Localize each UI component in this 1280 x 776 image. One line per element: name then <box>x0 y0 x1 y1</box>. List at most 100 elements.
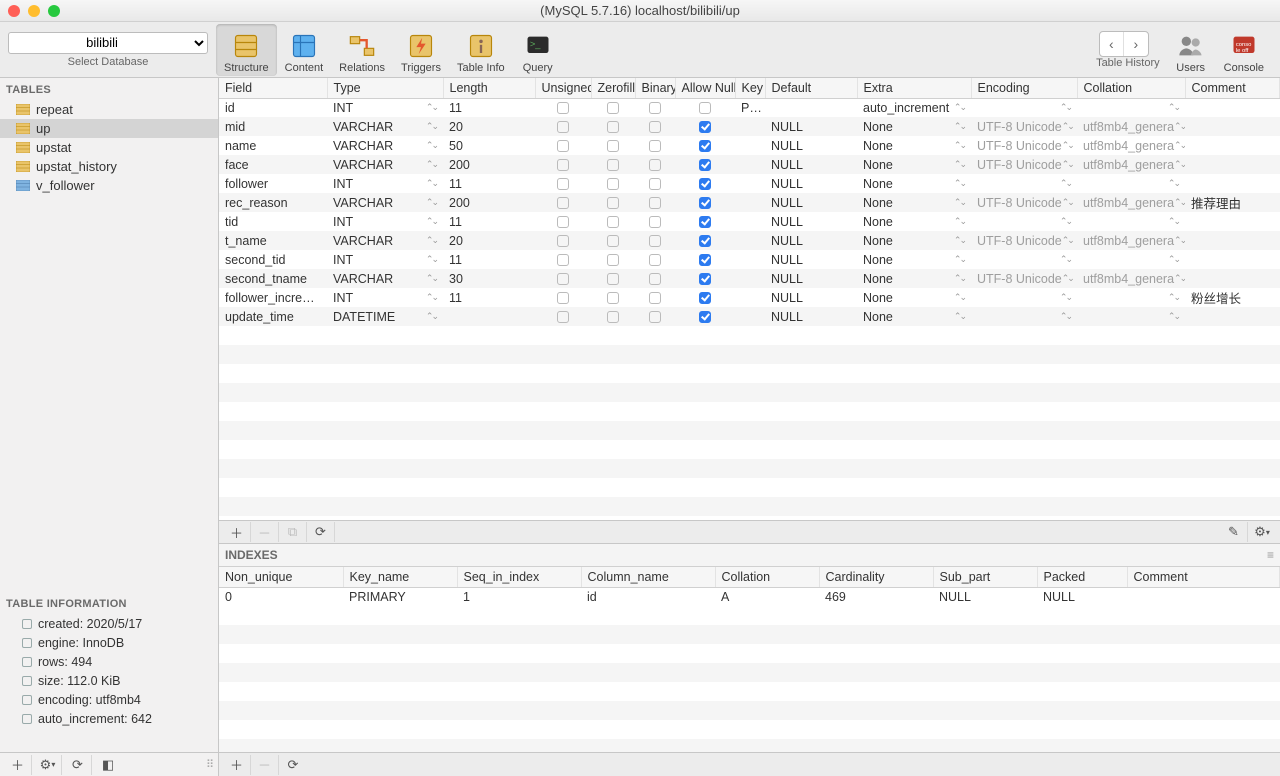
add-column-button[interactable]: ＋ <box>223 522 251 542</box>
col-header-type[interactable]: Type <box>327 78 443 98</box>
stepper-icon[interactable]: ⌃⌄ <box>426 159 437 170</box>
col-header-encoding[interactable]: Encoding <box>971 78 1077 98</box>
table-item-repeat[interactable]: repeat <box>0 100 218 119</box>
col-header-allow-null[interactable]: Allow Null <box>675 78 735 98</box>
history-forward-button[interactable]: › <box>1124 32 1148 56</box>
stepper-icon[interactable]: ⌃⌄ <box>1060 311 1071 322</box>
stepper-icon[interactable]: ⌃⌄ <box>954 121 965 132</box>
checkbox[interactable] <box>607 254 619 266</box>
idx-header-seq[interactable]: Seq_in_index <box>457 567 581 587</box>
stepper-icon[interactable]: ⌃⌄ <box>426 216 437 227</box>
stepper-icon[interactable]: ⌃⌄ <box>426 140 437 151</box>
checkbox[interactable] <box>607 197 619 209</box>
stepper-icon[interactable]: ⌃⌄ <box>954 197 965 208</box>
checkbox[interactable] <box>699 254 711 266</box>
checkbox[interactable] <box>557 292 569 304</box>
column-row[interactable]: second_tnameVARCHAR⌃⌄30NULLNone⌃⌄UTF-8 U… <box>219 269 1280 288</box>
stepper-icon[interactable]: ⌃⌄ <box>954 178 965 189</box>
col-header-collation[interactable]: Collation <box>1077 78 1185 98</box>
sidebar-collapse-button[interactable]: ◧ <box>94 755 122 775</box>
col-header-extra[interactable]: Extra <box>857 78 971 98</box>
checkbox[interactable] <box>557 235 569 247</box>
column-row[interactable]: nameVARCHAR⌃⌄50NULLNone⌃⌄UTF-8 Unicode⌃⌄… <box>219 136 1280 155</box>
checkbox[interactable] <box>607 159 619 171</box>
add-index-button[interactable]: ＋ <box>223 755 251 775</box>
checkbox[interactable] <box>649 254 661 266</box>
idx-header-subpart[interactable]: Sub_part <box>933 567 1037 587</box>
stepper-icon[interactable]: ⌃⌄ <box>954 273 965 284</box>
checkbox[interactable] <box>699 292 711 304</box>
stepper-icon[interactable]: ⌃⌄ <box>1062 235 1073 246</box>
stepper-icon[interactable]: ⌃⌄ <box>1168 178 1179 189</box>
checkbox[interactable] <box>557 197 569 209</box>
idx-header-nonunique[interactable]: Non_unique <box>219 567 343 587</box>
stepper-icon[interactable]: ⌃⌄ <box>1168 292 1179 303</box>
stepper-icon[interactable]: ⌃⌄ <box>1174 121 1185 132</box>
column-row[interactable]: rec_reasonVARCHAR⌃⌄200NULLNone⌃⌄UTF-8 Un… <box>219 193 1280 212</box>
refresh-indexes-button[interactable]: ⟳ <box>279 755 307 775</box>
sidebar-refresh-button[interactable]: ⟳ <box>64 755 92 775</box>
stepper-icon[interactable]: ⌃⌄ <box>1062 121 1073 132</box>
stepper-icon[interactable]: ⌃⌄ <box>954 292 965 303</box>
tab-relations[interactable]: Relations <box>331 24 393 76</box>
checkbox[interactable] <box>699 121 711 133</box>
columns-grid[interactable]: Field Type Length Unsigned Zerofill Bina… <box>219 78 1280 326</box>
checkbox[interactable] <box>607 102 619 114</box>
table-item-upstat_history[interactable]: upstat_history <box>0 157 218 176</box>
checkbox[interactable] <box>607 273 619 285</box>
columns-gear-button[interactable]: ⚙︎▾ <box>1248 522 1276 542</box>
duplicate-column-button[interactable]: ⧉ <box>279 522 307 542</box>
checkbox[interactable] <box>649 178 661 190</box>
tab-triggers[interactable]: Triggers <box>393 24 449 76</box>
checkbox[interactable] <box>557 254 569 266</box>
stepper-icon[interactable]: ⌃⌄ <box>954 140 965 151</box>
column-row[interactable]: t_nameVARCHAR⌃⌄20NULLNone⌃⌄UTF-8 Unicode… <box>219 231 1280 250</box>
stepper-icon[interactable]: ⌃⌄ <box>954 159 965 170</box>
checkbox[interactable] <box>649 121 661 133</box>
remove-index-button[interactable]: － <box>251 755 279 775</box>
stepper-icon[interactable]: ⌃⌄ <box>1060 102 1071 113</box>
checkbox[interactable] <box>649 197 661 209</box>
column-row[interactable]: follower_increaseINT⌃⌄11NULLNone⌃⌄⌃⌄⌃⌄粉丝… <box>219 288 1280 307</box>
checkbox[interactable] <box>699 216 711 228</box>
stepper-icon[interactable]: ⌃⌄ <box>1174 273 1185 284</box>
stepper-icon[interactable]: ⌃⌄ <box>426 273 437 284</box>
indexes-menu-icon[interactable]: ≡ <box>1267 548 1274 562</box>
checkbox[interactable] <box>557 311 569 323</box>
checkbox[interactable] <box>699 311 711 323</box>
col-header-key[interactable]: Key <box>735 78 765 98</box>
checkbox[interactable] <box>699 159 711 171</box>
resize-grip-icon[interactable]: ⠿ <box>206 758 214 771</box>
stepper-icon[interactable]: ⌃⌄ <box>426 311 437 322</box>
users-button[interactable]: Users <box>1166 24 1216 76</box>
idx-header-packed[interactable]: Packed <box>1037 567 1127 587</box>
table-item-v_follower[interactable]: v_follower <box>0 176 218 195</box>
stepper-icon[interactable]: ⌃⌄ <box>1060 254 1071 265</box>
idx-header-cardinality[interactable]: Cardinality <box>819 567 933 587</box>
stepper-icon[interactable]: ⌃⌄ <box>1062 159 1073 170</box>
col-header-comment[interactable]: Comment <box>1185 78 1280 98</box>
checkbox[interactable] <box>607 311 619 323</box>
checkbox[interactable] <box>649 235 661 247</box>
table-item-up[interactable]: up <box>0 119 218 138</box>
col-header-default[interactable]: Default <box>765 78 857 98</box>
checkbox[interactable] <box>607 235 619 247</box>
stepper-icon[interactable]: ⌃⌄ <box>954 254 965 265</box>
stepper-icon[interactable]: ⌃⌄ <box>1060 292 1071 303</box>
stepper-icon[interactable]: ⌃⌄ <box>426 102 437 113</box>
stepper-icon[interactable]: ⌃⌄ <box>1060 178 1071 189</box>
checkbox[interactable] <box>607 216 619 228</box>
remove-column-button[interactable]: － <box>251 522 279 542</box>
checkbox[interactable] <box>607 292 619 304</box>
minimize-window-button[interactable] <box>28 5 40 17</box>
column-row[interactable]: followerINT⌃⌄11NULLNone⌃⌄⌃⌄⌃⌄ <box>219 174 1280 193</box>
col-header-unsigned[interactable]: Unsigned <box>535 78 591 98</box>
database-select[interactable]: bilibili <box>8 32 208 54</box>
stepper-icon[interactable]: ⌃⌄ <box>1168 254 1179 265</box>
column-row[interactable]: second_tidINT⌃⌄11NULLNone⌃⌄⌃⌄⌃⌄ <box>219 250 1280 269</box>
stepper-icon[interactable]: ⌃⌄ <box>1174 235 1185 246</box>
stepper-icon[interactable]: ⌃⌄ <box>426 197 437 208</box>
stepper-icon[interactable]: ⌃⌄ <box>426 292 437 303</box>
checkbox[interactable] <box>699 140 711 152</box>
stepper-icon[interactable]: ⌃⌄ <box>1060 216 1071 227</box>
